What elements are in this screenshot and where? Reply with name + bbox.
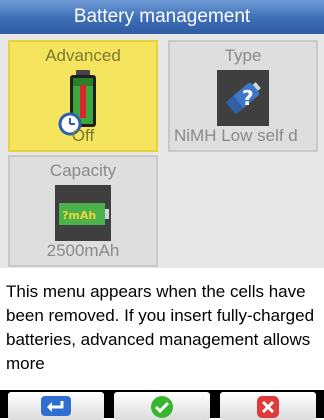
svg-text:?: ? [242,86,254,110]
ok-button[interactable] [114,392,210,420]
back-button[interactable] [8,392,104,420]
cancel-button[interactable] [220,392,316,420]
enter-arrow-icon [41,396,71,416]
settings-grid: Advanced Off Type ? NiMH Low self d Capa… [0,34,324,268]
window-title: Battery management [0,0,324,34]
softkey-bar [0,390,324,420]
capacity-value: 2500mAh [46,241,120,260]
capacity-tile[interactable]: Capacity ?mAh 2500mAh [8,155,158,267]
advanced-value: Off [71,126,95,145]
close-icon [257,396,279,418]
type-tile[interactable]: Type ? NiMH Low self d [168,40,318,152]
battery-question-icon: ? [215,68,271,133]
battery-capacity-icon: ?mAh [53,183,113,248]
advanced-label: Advanced [45,46,121,65]
check-icon [151,396,173,418]
capacity-label: Capacity [49,161,117,180]
advanced-tile[interactable]: Advanced Off [8,40,158,152]
type-value: NiMH Low self d [174,126,298,145]
description-text: This menu appears when the cells have be… [0,268,324,388]
capacity-icon-text: ?mAh [62,209,96,222]
type-label: Type [224,46,262,65]
